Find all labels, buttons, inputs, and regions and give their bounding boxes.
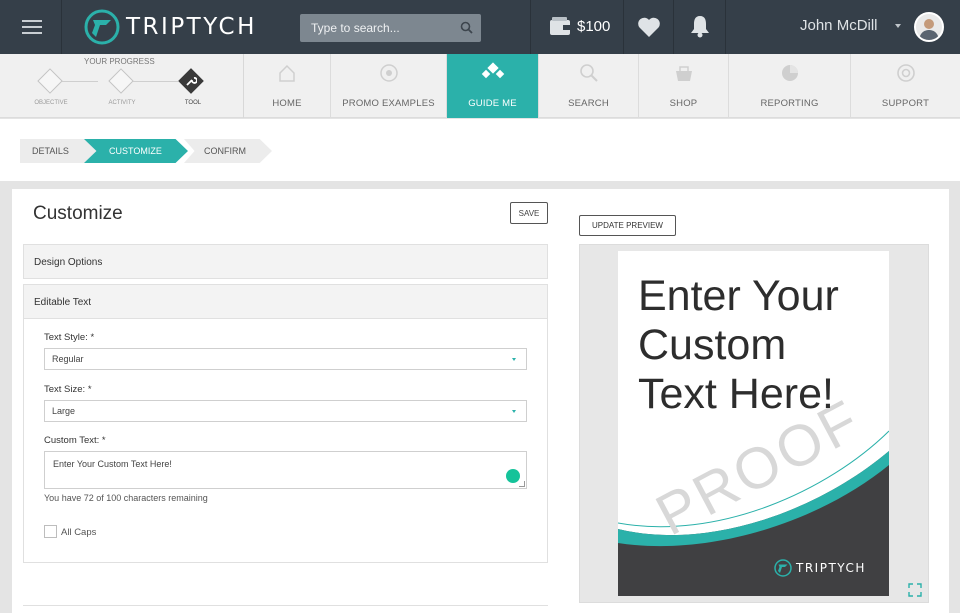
characters-remaining: You have 72 of 100 characters remaining <box>44 493 208 503</box>
progress-connector <box>130 81 178 82</box>
nav-shop-label: SHOP <box>669 98 698 109</box>
nav-guide-me-label: GUIDE ME <box>468 98 517 109</box>
text-size-label: Text Size: * <box>44 384 92 395</box>
nav-search[interactable]: SEARCH <box>539 54 639 118</box>
guide-me-icon <box>481 62 504 79</box>
menu-button[interactable] <box>0 0 62 54</box>
favorites-button[interactable] <box>624 0 674 54</box>
user-photo-icon <box>916 14 942 40</box>
chevron-down-icon <box>512 410 516 413</box>
balance-amount: $100 <box>577 18 611 35</box>
notifications-button[interactable] <box>674 0 726 54</box>
step-activity-label: ACTIVITY <box>108 100 136 106</box>
chevron-down-icon <box>512 358 516 361</box>
chevron-down-icon[interactable] <box>895 24 901 28</box>
wrench-icon <box>186 77 197 86</box>
divider <box>23 605 548 606</box>
nav-reporting-label: REPORTING <box>760 98 819 109</box>
brand-name: TRIPTYCH <box>126 14 257 40</box>
step-activity-icon[interactable] <box>108 68 134 94</box>
design-options-panel[interactable]: Design Options <box>23 244 548 279</box>
step-objective-icon[interactable] <box>37 68 63 94</box>
custom-text-field[interactable]: Enter Your Custom Text Here! <box>44 451 527 489</box>
triptych-logo-icon <box>84 9 120 45</box>
progress-connector <box>58 81 98 82</box>
editable-text-panel[interactable]: Editable Text <box>23 284 548 319</box>
home-icon <box>279 64 295 82</box>
menu-icon-line <box>22 32 42 34</box>
nav-search-label: SEARCH <box>568 98 609 109</box>
step-objective-label: OBJECTIVE <box>34 100 68 106</box>
nav-home-label: HOME <box>272 98 302 109</box>
promo-icon <box>379 64 398 82</box>
search-input[interactable] <box>300 14 450 42</box>
user-name[interactable]: John McDill <box>800 17 878 34</box>
breadcrumb: DETAILS CUSTOMIZE CONFIRM <box>0 119 960 181</box>
all-caps-label: All Caps <box>61 527 97 538</box>
save-button[interactable]: SAVE <box>510 202 548 224</box>
all-caps-checkbox[interactable] <box>44 525 57 538</box>
shop-icon <box>675 66 692 81</box>
search-icon[interactable] <box>460 21 473 34</box>
custom-text-label: Custom Text: * <box>44 435 106 446</box>
expand-icon[interactable] <box>908 583 922 597</box>
menu-icon-line <box>22 26 42 28</box>
resize-handle-icon[interactable] <box>519 481 525 487</box>
text-style-value: Regular <box>52 354 84 364</box>
page-title: Customize <box>33 203 123 224</box>
main-content: Customize SAVE Design Options Editable T… <box>12 189 949 613</box>
wallet-icon <box>550 17 570 35</box>
nav-reporting[interactable]: REPORTING <box>729 54 851 118</box>
search-icon <box>579 64 598 82</box>
menu-icon <box>22 20 42 22</box>
nav-shop[interactable]: SHOP <box>639 54 729 118</box>
text-style-label: Text Style: * <box>44 332 95 343</box>
bell-icon <box>691 16 709 38</box>
heart-icon <box>638 17 660 37</box>
poster-brand: TRIPTYCH <box>796 561 866 575</box>
search-box <box>300 14 481 42</box>
nav-promo-label: PROMO EXAMPLES <box>342 98 435 109</box>
triptych-logo-icon <box>774 559 792 577</box>
step-tool-label: TOOL <box>184 100 202 106</box>
text-style-select[interactable]: Regular <box>44 348 527 370</box>
breadcrumb-confirm[interactable]: CONFIRM <box>184 139 272 163</box>
nav-promo-examples[interactable]: PROMO EXAMPLES <box>331 54 447 118</box>
nav-home[interactable]: HOME <box>244 54 331 118</box>
poster-text: Enter Your Custom Text Here! <box>638 272 839 418</box>
poster-logo: TRIPTYCH <box>774 559 866 577</box>
brand-logo[interactable]: TRIPTYCH <box>84 9 257 45</box>
text-size-select[interactable]: Large <box>44 400 527 422</box>
poster-preview: PROOF Enter Your Custom Text Here! TRIPT… <box>618 251 889 596</box>
update-preview-button[interactable]: UPDATE PREVIEW <box>579 215 676 236</box>
nav-support-label: SUPPORT <box>881 98 930 109</box>
avatar[interactable] <box>914 12 944 42</box>
text-size-value: Large <box>52 406 76 416</box>
lifebuoy-icon <box>896 64 915 82</box>
main-nav: YOUR PROGRESS OBJECTIVE ACTIVITY TOOL HO… <box>0 54 960 118</box>
nav-guide-me[interactable]: GUIDE ME <box>447 54 539 118</box>
nav-support[interactable]: SUPPORT <box>851 54 960 118</box>
top-bar: TRIPTYCH $100 John McDill <box>0 0 960 54</box>
reporting-icon <box>781 65 798 81</box>
grammarly-icon[interactable] <box>506 469 520 483</box>
progress-tracker: YOUR PROGRESS OBJECTIVE ACTIVITY TOOL <box>0 54 244 118</box>
wallet-balance[interactable]: $100 <box>530 0 624 54</box>
breadcrumb-customize[interactable]: CUSTOMIZE <box>84 139 188 163</box>
progress-title: YOUR PROGRESS <box>84 57 155 66</box>
preview-area: PROOF Enter Your Custom Text Here! TRIPT… <box>579 244 929 603</box>
